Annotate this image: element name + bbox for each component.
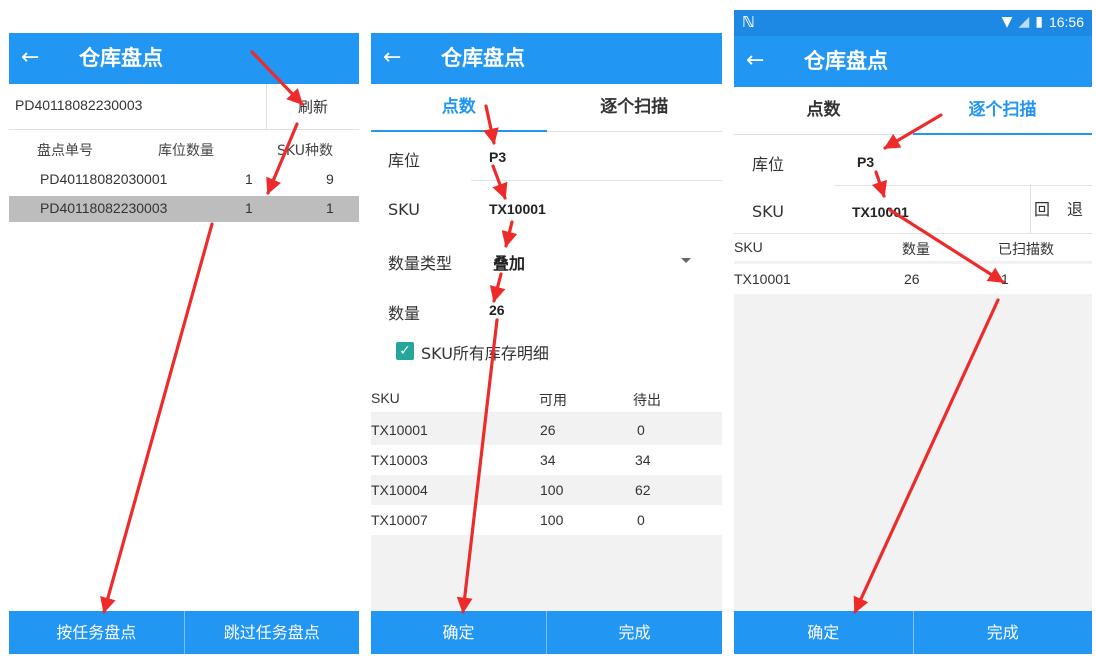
order-number-input[interactable]: PD40118082230003 bbox=[9, 84, 267, 130]
scanned-cell: 1 bbox=[1001, 271, 1009, 287]
confirm-button[interactable]: 确定 bbox=[371, 611, 546, 654]
page-title: 仓库盘点 bbox=[79, 46, 163, 70]
column-header-sku: SKU bbox=[734, 239, 763, 255]
divider bbox=[471, 180, 722, 181]
location-label: 库位 bbox=[388, 151, 421, 170]
tab-bar: 点数 逐个扫描 bbox=[371, 84, 722, 132]
wifi-icon: ▼ bbox=[1001, 14, 1013, 30]
quantity-input[interactable]: 26 bbox=[489, 302, 505, 318]
pending-out-cell: 62 bbox=[635, 482, 651, 498]
bottom-action-bar: 按任务盘点 跳过任务盘点 bbox=[9, 611, 359, 654]
sku-label: SKU bbox=[388, 200, 420, 219]
column-header-available: 可用 bbox=[539, 392, 567, 408]
battery-icon: ▮ bbox=[1035, 14, 1043, 30]
column-header-sku: SKU bbox=[371, 390, 400, 406]
stock-detail-checkbox[interactable]: ✓ bbox=[396, 342, 414, 360]
status-bar: ℕ ▼ ◢ ▮ 16:56 bbox=[734, 10, 1092, 36]
location-input[interactable]: P3 bbox=[857, 154, 874, 170]
screen-count: ← 仓库盘点 点数 逐个扫描 库位 P3 SKU TX10001 数量类型 叠加… bbox=[371, 33, 722, 654]
pending-out-cell: 0 bbox=[637, 512, 645, 528]
status-time: 16:56 bbox=[1048, 14, 1084, 30]
sku-input[interactable]: TX10001 bbox=[852, 204, 909, 220]
app-bar: ← 仓库盘点 bbox=[734, 36, 1092, 87]
pending-out-cell: 34 bbox=[635, 452, 651, 468]
order-number: PD40118082030001 bbox=[40, 171, 168, 187]
table-row[interactable]: TX10001 26 1 bbox=[734, 264, 1092, 294]
sku-cell: TX10001 bbox=[371, 422, 428, 438]
column-header-order: 盘点单号 bbox=[37, 143, 93, 159]
scan-table-header: SKU 数量 已扫描数 bbox=[734, 234, 1092, 262]
back-arrow-icon[interactable]: ← bbox=[746, 48, 764, 74]
order-number: PD40118082230003 bbox=[40, 200, 168, 216]
column-header-pending-out: 待出 bbox=[633, 392, 661, 408]
location-count: 1 bbox=[245, 171, 253, 187]
available-cell: 26 bbox=[540, 422, 556, 438]
table-row[interactable]: TX10003 34 34 bbox=[371, 445, 722, 475]
available-cell: 100 bbox=[540, 482, 564, 498]
sku-cell: TX10007 bbox=[371, 512, 428, 528]
notification-n-icon: ℕ bbox=[742, 13, 755, 31]
table-row[interactable]: TX10001 26 0 bbox=[371, 415, 722, 445]
column-header-scanned: 已扫描数 bbox=[998, 241, 1054, 257]
location-input[interactable]: P3 bbox=[489, 149, 506, 165]
stock-detail-label: SKU所有库存明细 bbox=[421, 344, 549, 363]
table-row[interactable]: PD40118082030001 1 9 bbox=[9, 167, 359, 193]
bottom-action-bar: 确定 完成 bbox=[734, 611, 1092, 654]
chevron-down-icon[interactable] bbox=[681, 258, 691, 263]
app-bar: ← 仓库盘点 bbox=[9, 33, 359, 84]
column-header-quantity: 数量 bbox=[902, 241, 930, 257]
table-row[interactable]: TX10007 100 0 bbox=[371, 505, 722, 535]
screen-task-list: ← 仓库盘点 PD40118082230003 刷新 盘点单号 库位数量 SKU… bbox=[9, 33, 359, 654]
tab-scan-one-by-one[interactable]: 逐个扫描 bbox=[913, 87, 1092, 135]
pending-out-cell: 0 bbox=[637, 422, 645, 438]
refresh-button[interactable]: 刷新 bbox=[267, 84, 359, 130]
table-row[interactable]: TX10004 100 62 bbox=[371, 475, 722, 505]
bottom-action-bar: 确定 完成 bbox=[371, 611, 722, 654]
table-row-selected[interactable]: PD40118082230003 1 1 bbox=[9, 196, 359, 222]
finish-button[interactable]: 完成 bbox=[546, 611, 722, 654]
quantity-type-select[interactable]: 叠加 bbox=[493, 250, 525, 274]
no-sim-icon: ◢ bbox=[1018, 14, 1030, 30]
stock-table-header: SKU 可用 待出 bbox=[371, 383, 722, 413]
quantity-label: 数量 bbox=[388, 304, 421, 323]
count-by-task-button[interactable]: 按任务盘点 bbox=[9, 611, 184, 654]
back-arrow-icon[interactable]: ← bbox=[383, 45, 401, 71]
sku-cell: TX10003 bbox=[371, 452, 428, 468]
page-title: 仓库盘点 bbox=[804, 49, 888, 73]
tab-count[interactable]: 点数 bbox=[734, 87, 913, 134]
available-cell: 34 bbox=[540, 452, 556, 468]
page-title: 仓库盘点 bbox=[441, 46, 525, 70]
screen-scan: ℕ ▼ ◢ ▮ 16:56 ← 仓库盘点 点数 逐个扫描 库位 P3 SKU T… bbox=[734, 10, 1092, 654]
sku-type-count: 1 bbox=[326, 200, 334, 216]
undo-button[interactable]: 回 退 bbox=[1030, 186, 1092, 234]
confirm-button[interactable]: 确定 bbox=[734, 611, 913, 654]
skip-task-count-button[interactable]: 跳过任务盘点 bbox=[183, 611, 360, 654]
tab-count[interactable]: 点数 bbox=[371, 84, 547, 132]
available-cell: 100 bbox=[540, 512, 564, 528]
finish-button[interactable]: 完成 bbox=[912, 611, 1093, 654]
back-arrow-icon[interactable]: ← bbox=[21, 45, 39, 71]
sku-label: SKU bbox=[752, 202, 784, 221]
column-header-sku-types: SKU种数 bbox=[277, 143, 333, 159]
app-bar: ← 仓库盘点 bbox=[371, 33, 722, 84]
quantity-type-label: 数量类型 bbox=[388, 254, 453, 273]
sku-input[interactable]: TX10001 bbox=[489, 201, 546, 217]
location-label: 库位 bbox=[752, 155, 785, 174]
location-count: 1 bbox=[245, 200, 253, 216]
tab-bar: 点数 逐个扫描 bbox=[734, 87, 1092, 135]
sku-cell: TX10004 bbox=[371, 482, 428, 498]
quantity-cell: 26 bbox=[904, 271, 920, 287]
column-header-locations: 库位数量 bbox=[158, 143, 214, 159]
sku-cell: TX10001 bbox=[734, 271, 791, 287]
sku-type-count: 9 bbox=[326, 171, 334, 187]
status-icons: ▼ ◢ ▮ 16:56 bbox=[1002, 14, 1084, 30]
tab-scan-one-by-one[interactable]: 逐个扫描 bbox=[547, 84, 723, 131]
